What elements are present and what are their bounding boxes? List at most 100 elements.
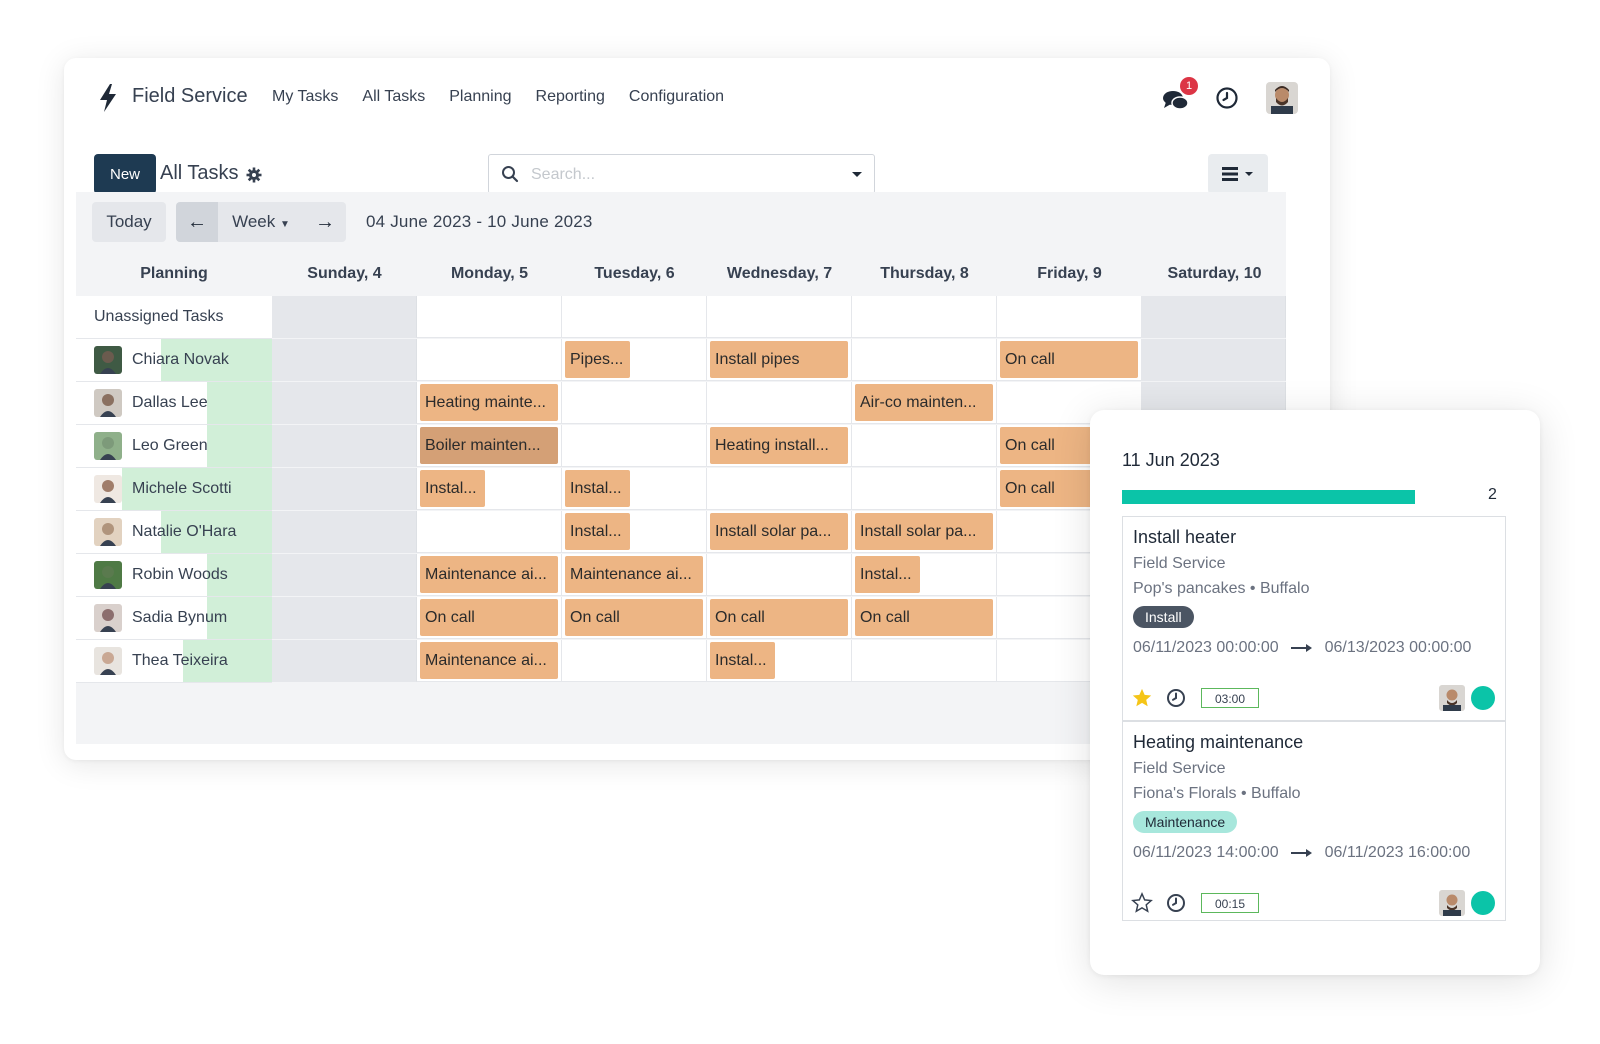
row-header[interactable]: Robin Woods bbox=[76, 554, 272, 597]
view-switcher-button[interactable] bbox=[1208, 154, 1268, 194]
row-header[interactable]: Sadia Bynum bbox=[76, 597, 272, 640]
row-header[interactable]: Dallas Lee bbox=[76, 382, 272, 425]
day-cell[interactable] bbox=[852, 640, 997, 682]
clock-icon[interactable] bbox=[1214, 85, 1240, 111]
day-cell[interactable] bbox=[562, 640, 707, 682]
arrow-right-icon: → bbox=[315, 211, 335, 233]
search-options-toggle[interactable] bbox=[840, 154, 875, 194]
menu-item-configuration[interactable]: Configuration bbox=[629, 88, 724, 106]
star-outline-icon[interactable] bbox=[1131, 892, 1153, 914]
scale-dropdown[interactable]: Week ▼ bbox=[218, 202, 304, 242]
task-pill[interactable]: Air-co mainten... bbox=[855, 384, 993, 421]
task-pill[interactable]: Heating mainte... bbox=[420, 384, 558, 421]
task-pill[interactable]: On call bbox=[420, 599, 558, 636]
menu-item-planning[interactable]: Planning bbox=[449, 88, 511, 106]
task-duration[interactable]: 00:15 bbox=[1201, 893, 1259, 913]
row-header[interactable]: Michele Scotti bbox=[76, 468, 272, 511]
day-cell[interactable] bbox=[272, 597, 417, 639]
row-header[interactable]: Thea Teixeira bbox=[76, 640, 272, 683]
clock-icon[interactable] bbox=[1165, 892, 1187, 914]
column-header-day-3: Tuesday, 6 bbox=[594, 265, 675, 282]
star-filled-icon[interactable] bbox=[1131, 687, 1153, 709]
day-cell[interactable] bbox=[272, 511, 417, 553]
task-pill[interactable]: Install solar pa... bbox=[710, 513, 848, 550]
bolt-icon[interactable] bbox=[98, 84, 118, 112]
day-cell[interactable] bbox=[272, 296, 417, 338]
assignee-avatar[interactable] bbox=[1439, 890, 1465, 916]
task-duration[interactable]: 03:00 bbox=[1201, 688, 1259, 708]
today-button[interactable]: Today bbox=[92, 202, 166, 242]
task-pill[interactable]: Heating install... bbox=[710, 427, 848, 464]
row-label: Robin Woods bbox=[132, 566, 228, 583]
menu-item-my-tasks[interactable]: My Tasks bbox=[272, 88, 338, 106]
app-name[interactable]: Field Service bbox=[132, 85, 248, 108]
day-cell[interactable] bbox=[707, 468, 852, 510]
day-cell[interactable] bbox=[272, 339, 417, 381]
day-cell[interactable] bbox=[272, 425, 417, 467]
employee-avatar bbox=[94, 518, 122, 546]
day-cell[interactable] bbox=[272, 640, 417, 682]
task-card[interactable]: Heating maintenance Field Service Fiona's … bbox=[1122, 721, 1506, 921]
day-cell[interactable] bbox=[707, 554, 852, 596]
clock-icon[interactable] bbox=[1165, 687, 1187, 709]
task-pill[interactable]: On call bbox=[710, 599, 848, 636]
chat-button[interactable]: 1 bbox=[1162, 77, 1198, 113]
task-pill[interactable]: Instal... bbox=[565, 470, 630, 507]
day-cell[interactable] bbox=[852, 296, 997, 338]
task-pill[interactable]: Maintenance ai... bbox=[420, 642, 558, 679]
task-pill[interactable]: Maintenance ai... bbox=[420, 556, 558, 593]
gear-icon[interactable] bbox=[246, 167, 262, 183]
task-pill[interactable]: Instal... bbox=[710, 642, 775, 679]
task-pill[interactable]: Instal... bbox=[565, 513, 630, 550]
day-cell[interactable] bbox=[997, 296, 1142, 338]
day-cell[interactable] bbox=[417, 296, 562, 338]
task-card[interactable]: Install heater Field Service Pop's pancake… bbox=[1122, 516, 1506, 721]
new-button[interactable]: New bbox=[94, 154, 156, 194]
row-header[interactable]: Leo Green bbox=[76, 425, 272, 468]
task-pill[interactable]: On call bbox=[565, 599, 703, 636]
gantt-row: Unassigned Tasks bbox=[76, 296, 1286, 339]
task-title: Install heater bbox=[1133, 527, 1237, 547]
task-pill[interactable]: Instal... bbox=[855, 556, 920, 593]
task-pill[interactable]: Pipes... bbox=[565, 341, 630, 378]
task-pill[interactable]: Boiler mainten... bbox=[420, 427, 558, 464]
caret-down-icon: ▼ bbox=[279, 219, 290, 230]
day-cell[interactable] bbox=[1142, 296, 1286, 338]
day-cell[interactable] bbox=[417, 339, 562, 381]
task-pill[interactable]: Maintenance ai... bbox=[565, 556, 703, 593]
day-cell[interactable] bbox=[562, 425, 707, 467]
task-pill[interactable]: Instal... bbox=[420, 470, 485, 507]
row-header[interactable]: Natalie O'Hara bbox=[76, 511, 272, 554]
assignee-avatar[interactable] bbox=[1439, 685, 1465, 711]
task-pill[interactable]: On call bbox=[855, 599, 993, 636]
day-cell[interactable] bbox=[707, 382, 852, 424]
menu-item-reporting[interactable]: Reporting bbox=[536, 88, 605, 106]
task-pill[interactable]: Install solar pa... bbox=[855, 513, 993, 550]
day-cell[interactable] bbox=[1142, 339, 1286, 381]
task-pill[interactable]: Install pipes bbox=[710, 341, 848, 378]
day-cell[interactable] bbox=[852, 339, 997, 381]
search-input[interactable] bbox=[529, 163, 833, 187]
row-label: Chiara Novak bbox=[132, 351, 229, 368]
next-period-button[interactable]: → bbox=[304, 202, 346, 242]
row-header[interactable]: Unassigned Tasks bbox=[76, 296, 272, 339]
day-cell[interactable] bbox=[852, 425, 997, 467]
day-cell[interactable] bbox=[707, 296, 852, 338]
day-cell[interactable] bbox=[562, 382, 707, 424]
day-cell[interactable] bbox=[852, 468, 997, 510]
row-header[interactable]: Chiara Novak bbox=[76, 339, 272, 382]
task-actions: 03:00 bbox=[1131, 687, 1259, 709]
status-dot[interactable] bbox=[1471, 686, 1495, 710]
day-cell[interactable] bbox=[272, 554, 417, 596]
day-cell[interactable] bbox=[562, 296, 707, 338]
menu-item-all-tasks[interactable]: All Tasks bbox=[362, 88, 425, 106]
employee-avatar bbox=[94, 432, 122, 460]
previous-period-button[interactable]: ← bbox=[176, 202, 218, 242]
day-cell[interactable] bbox=[272, 468, 417, 510]
day-cell[interactable] bbox=[272, 382, 417, 424]
employee-avatar bbox=[94, 561, 122, 589]
user-avatar[interactable] bbox=[1266, 82, 1298, 114]
status-dot[interactable] bbox=[1471, 891, 1495, 915]
task-pill[interactable]: On call bbox=[1000, 341, 1138, 378]
day-cell[interactable] bbox=[417, 511, 562, 553]
